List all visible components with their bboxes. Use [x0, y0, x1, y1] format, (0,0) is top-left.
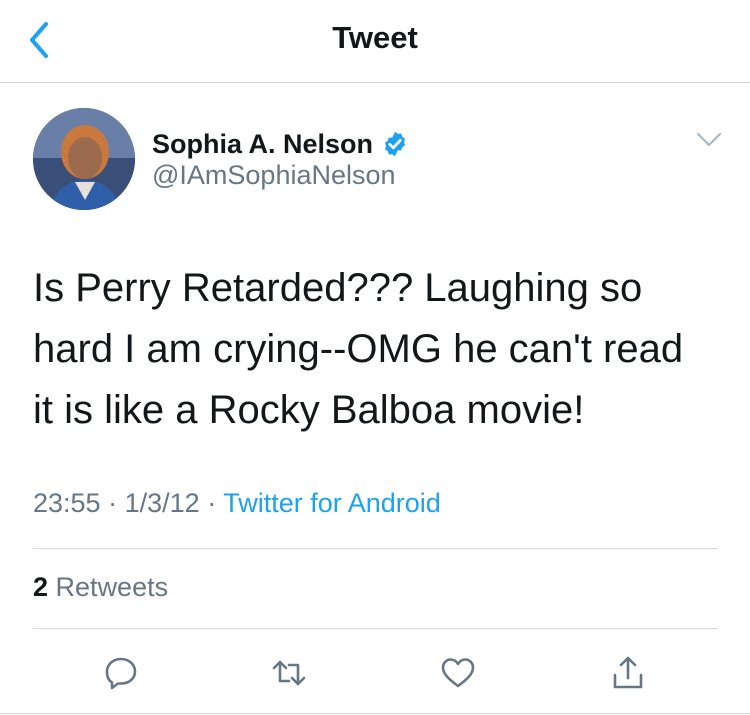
tweet-text: Is Perry Retarded??? Laughing so hard I …	[33, 258, 733, 441]
share-icon[interactable]	[610, 655, 646, 691]
page-title: Tweet	[332, 20, 418, 55]
tweet-date: 1/3/12	[124, 488, 200, 518]
top-bar: Tweet	[0, 0, 750, 83]
tweet-source-link[interactable]: Twitter for Android	[223, 488, 441, 518]
tweet-line: Is Perry Retarded??? Laughing so	[33, 266, 643, 310]
avatar-image	[33, 108, 135, 210]
verified-badge-icon	[384, 131, 406, 157]
retweet-count: 2	[33, 572, 49, 602]
divider	[33, 548, 718, 549]
meta-separator: ·	[108, 488, 118, 518]
heart-icon[interactable]	[440, 655, 476, 691]
chevron-down-icon[interactable]	[696, 130, 722, 150]
divider	[33, 628, 718, 629]
retweet-label: Retweets	[55, 572, 169, 602]
reply-icon[interactable]	[103, 655, 139, 691]
retweet-icon[interactable]	[271, 655, 307, 691]
author-name-row: Sophia A. Nelson	[152, 124, 409, 164]
tweet-line: it is like a Rocky Balboa movie!	[33, 388, 585, 432]
tweet-meta: 23:55 · 1/3/12 · Twitter for Android	[33, 488, 441, 519]
author-name[interactable]: Sophia A. Nelson	[152, 129, 373, 160]
divider	[0, 713, 750, 714]
tweet-time: 23:55	[33, 488, 101, 518]
meta-separator: ·	[207, 488, 217, 518]
author-handle[interactable]: @IAmSophiaNelson	[152, 160, 396, 191]
avatar[interactable]	[33, 108, 135, 210]
tweet-line: hard I am crying--OMG he can't read	[33, 327, 684, 371]
retweets-stat[interactable]: 2 Retweets	[33, 572, 168, 603]
